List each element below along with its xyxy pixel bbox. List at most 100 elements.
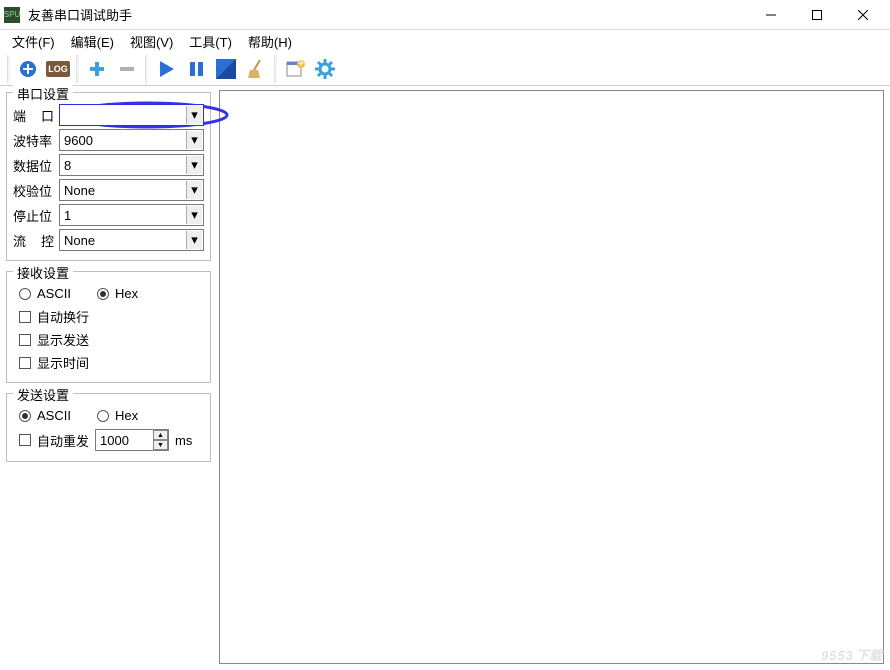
port-label: 端 口 bbox=[13, 106, 59, 125]
parity-label: 校验位 bbox=[13, 181, 59, 200]
radio-icon bbox=[19, 288, 31, 300]
window-title: 友善串口调试助手 bbox=[28, 5, 748, 24]
databits-label: 数据位 bbox=[13, 156, 59, 175]
flow-value: None bbox=[64, 233, 95, 248]
baud-value: 9600 bbox=[64, 133, 93, 148]
window-icon bbox=[215, 58, 237, 80]
sidebar: 串口设置 端 口 ▾ 波特率 9600 ▾ 数据位 bbox=[0, 86, 217, 670]
svg-text:+: + bbox=[297, 59, 305, 70]
flow-combo[interactable]: None ▾ bbox=[59, 229, 204, 251]
serial-settings-legend: 串口设置 bbox=[13, 84, 73, 103]
autowrap-check[interactable]: 自动换行 bbox=[19, 307, 198, 326]
showsend-check[interactable]: 显示发送 bbox=[19, 330, 198, 349]
recv-hex-label: Hex bbox=[115, 286, 138, 301]
databits-value: 8 bbox=[64, 158, 71, 173]
send-settings-legend: 发送设置 bbox=[13, 385, 73, 404]
autorepeat-label: 自动重发 bbox=[37, 431, 89, 450]
new-window-button[interactable]: + bbox=[281, 55, 309, 83]
watermark: 9553 下载 bbox=[821, 645, 882, 664]
showsend-label: 显示发送 bbox=[37, 330, 89, 349]
send-ascii-radio[interactable]: ASCII bbox=[19, 408, 71, 423]
pause-icon bbox=[186, 59, 206, 79]
checkbox-icon bbox=[19, 434, 31, 446]
chevron-down-icon: ▾ bbox=[186, 206, 202, 224]
menu-view[interactable]: 视图(V) bbox=[122, 30, 181, 53]
add-port-icon bbox=[18, 59, 38, 79]
minimize-icon bbox=[766, 10, 776, 20]
showtime-label: 显示时间 bbox=[37, 353, 89, 372]
stopbits-combo[interactable]: 1 ▾ bbox=[59, 204, 204, 226]
client-area: 串口设置 端 口 ▾ 波特率 9600 ▾ 数据位 bbox=[0, 86, 890, 670]
toolbar-separator bbox=[145, 55, 148, 83]
add-port-button[interactable] bbox=[14, 55, 42, 83]
toolbar-separator bbox=[274, 55, 277, 83]
broom-icon bbox=[246, 58, 266, 80]
app-icon: SPU bbox=[4, 7, 20, 23]
maximize-icon bbox=[812, 10, 822, 20]
radio-icon bbox=[19, 410, 31, 422]
parity-value: None bbox=[64, 183, 95, 198]
play-button[interactable] bbox=[152, 55, 180, 83]
autorepeat-check[interactable]: 自动重发 1000 ▲ ▼ ms bbox=[19, 429, 198, 451]
spinner-up-icon[interactable]: ▲ bbox=[153, 430, 168, 440]
menu-bar: 文件(F) 编辑(E) 视图(V) 工具(T) 帮助(H) bbox=[0, 30, 890, 52]
send-hex-radio[interactable]: Hex bbox=[97, 408, 138, 423]
minimize-button[interactable] bbox=[748, 0, 794, 30]
stopbits-value: 1 bbox=[64, 208, 71, 223]
play-icon bbox=[156, 59, 176, 79]
output-pane[interactable] bbox=[219, 90, 884, 664]
menu-help[interactable]: 帮助(H) bbox=[240, 30, 300, 53]
databits-combo[interactable]: 8 ▾ bbox=[59, 154, 204, 176]
autowrap-label: 自动换行 bbox=[37, 307, 89, 326]
recv-ascii-label: ASCII bbox=[37, 286, 71, 301]
window-button[interactable] bbox=[212, 55, 240, 83]
log-icon: LOG bbox=[46, 61, 70, 77]
close-button[interactable] bbox=[840, 0, 886, 30]
maximize-button[interactable] bbox=[794, 0, 840, 30]
settings-button[interactable] bbox=[311, 55, 339, 83]
checkbox-icon bbox=[19, 357, 31, 369]
showtime-check[interactable]: 显示时间 bbox=[19, 353, 198, 372]
log-button[interactable]: LOG bbox=[44, 55, 72, 83]
minus-icon bbox=[117, 59, 137, 79]
watermark-tld: 下载 bbox=[856, 645, 882, 664]
send-settings-group: 发送设置 ASCII Hex 自动重发 1000 ▲ ▼ bbox=[6, 393, 211, 462]
menu-tools[interactable]: 工具(T) bbox=[181, 30, 240, 53]
baud-combo[interactable]: 9600 ▾ bbox=[59, 129, 204, 151]
checkbox-icon bbox=[19, 311, 31, 323]
title-bar: SPU 友善串口调试助手 bbox=[0, 0, 890, 30]
chevron-down-icon: ▾ bbox=[186, 231, 202, 249]
serial-settings-group: 串口设置 端 口 ▾ 波特率 9600 ▾ 数据位 bbox=[6, 92, 211, 261]
stopbits-label: 停止位 bbox=[13, 206, 59, 225]
flow-label: 流 控 bbox=[13, 231, 59, 250]
watermark-main: 9553 bbox=[821, 648, 854, 663]
decrease-button[interactable] bbox=[113, 55, 141, 83]
recv-hex-radio[interactable]: Hex bbox=[97, 286, 138, 301]
increase-button[interactable] bbox=[83, 55, 111, 83]
new-window-icon: + bbox=[285, 59, 305, 79]
clear-button[interactable] bbox=[242, 55, 270, 83]
chevron-down-icon: ▾ bbox=[186, 181, 202, 199]
recv-settings-legend: 接收设置 bbox=[13, 263, 73, 282]
parity-combo[interactable]: None ▾ bbox=[59, 179, 204, 201]
port-combo[interactable]: ▾ bbox=[59, 104, 204, 126]
interval-value: 1000 bbox=[100, 433, 129, 448]
chevron-down-icon: ▾ bbox=[186, 106, 202, 124]
menu-file[interactable]: 文件(F) bbox=[4, 30, 63, 53]
recv-settings-group: 接收设置 ASCII Hex 自动换行 显示发送 bbox=[6, 271, 211, 383]
interval-spinner[interactable]: 1000 ▲ ▼ bbox=[95, 429, 169, 451]
spinner-down-icon[interactable]: ▼ bbox=[153, 440, 168, 450]
send-ascii-label: ASCII bbox=[37, 408, 71, 423]
radio-icon bbox=[97, 288, 109, 300]
send-hex-label: Hex bbox=[115, 408, 138, 423]
gear-icon bbox=[314, 58, 336, 80]
recv-ascii-radio[interactable]: ASCII bbox=[19, 286, 71, 301]
toolbar: LOG + bbox=[0, 52, 890, 86]
chevron-down-icon: ▾ bbox=[186, 131, 202, 149]
menu-edit[interactable]: 编辑(E) bbox=[63, 30, 122, 53]
chevron-down-icon: ▾ bbox=[186, 156, 202, 174]
plus-icon bbox=[87, 59, 107, 79]
pause-button[interactable] bbox=[182, 55, 210, 83]
radio-icon bbox=[97, 410, 109, 422]
close-icon bbox=[858, 10, 868, 20]
